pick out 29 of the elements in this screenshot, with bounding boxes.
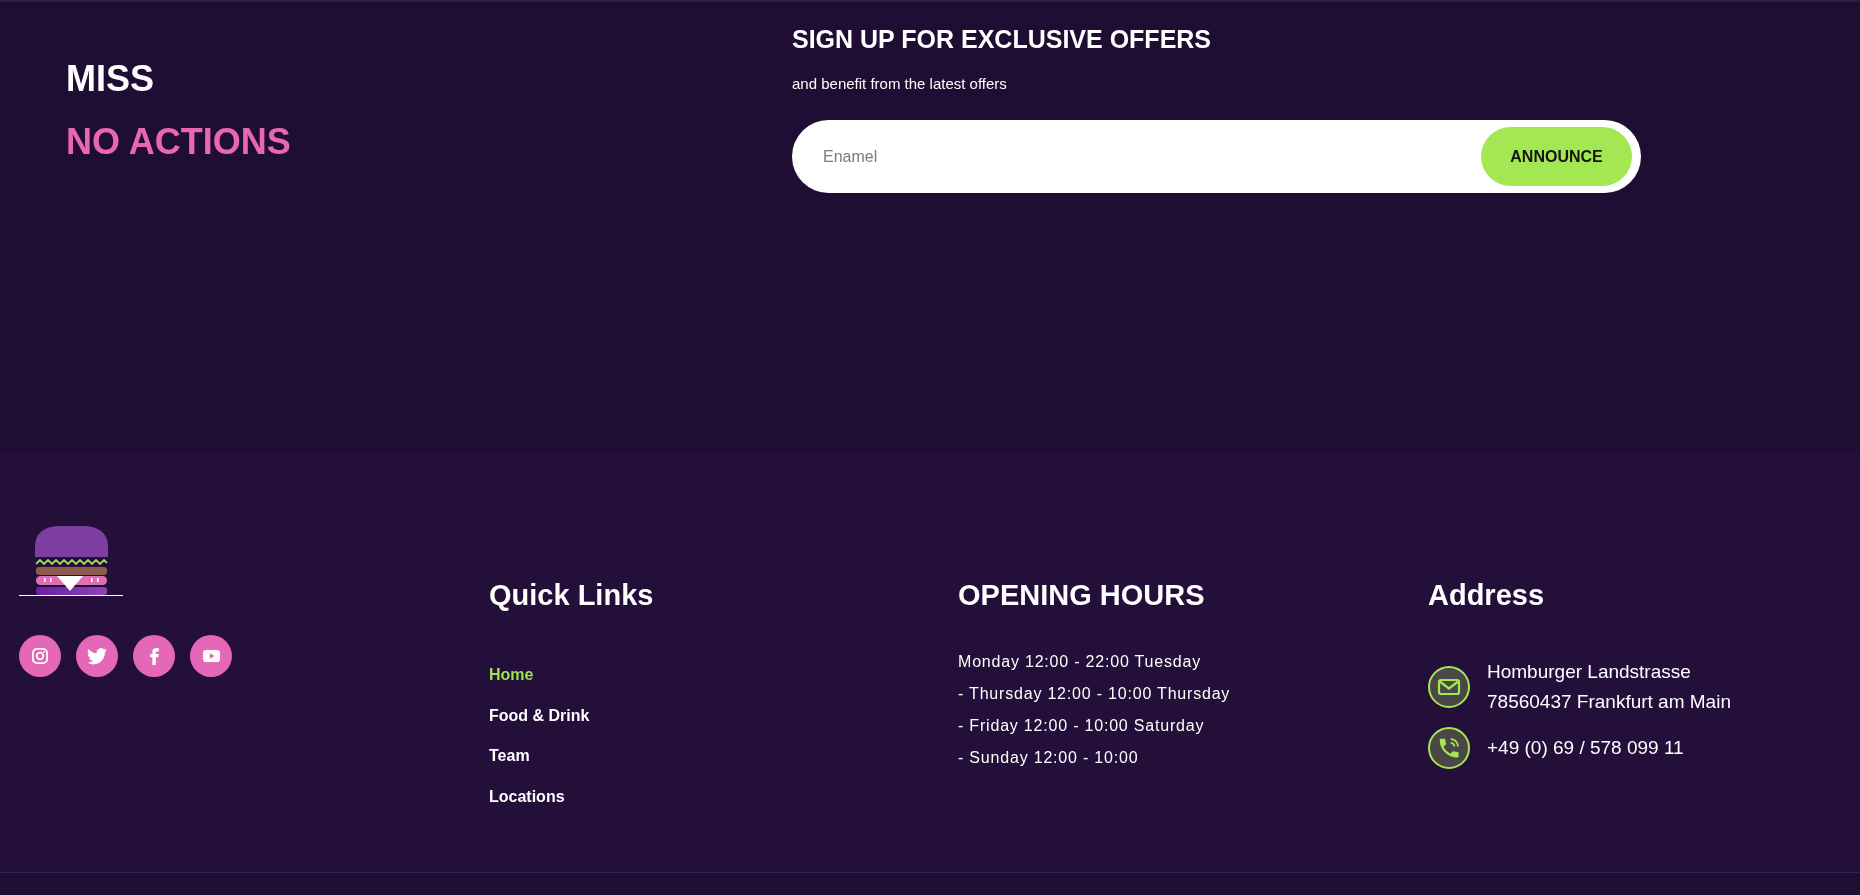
facebook-icon — [149, 647, 159, 665]
column-heading: OPENING HOURS — [958, 578, 1205, 613]
social-link[interactable] — [76, 635, 118, 677]
signup-subtitle: and benefit from the latest offers — [792, 74, 1007, 94]
address-text: Homburger Landstrasse 78560437 Frankfurt am Main — [1487, 660, 1731, 714]
envelope-icon — [1428, 666, 1470, 708]
column-heading: Address — [1428, 578, 1545, 613]
signup-title: SIGN UP FOR EXCLUSIVE OFFERS — [792, 24, 1212, 54]
announce-button[interactable]: ANNOUNCE — [1481, 127, 1632, 186]
quick-link[interactable]: Team — [489, 744, 530, 768]
hours-text: Monday 12:00 - 22:00 Tuesday — [958, 652, 1201, 672]
social-link[interactable] — [133, 635, 175, 677]
promo-headline: MISS — [66, 57, 154, 101]
instagram-icon — [31, 647, 49, 665]
hours-text: - Sunday 12:00 - 10:00 — [958, 748, 1139, 768]
burger-logo[interactable] — [19, 525, 123, 596]
social-link[interactable] — [190, 635, 232, 677]
promo-headline: NO ACTIONS — [66, 120, 291, 164]
quick-link[interactable]: Locations — [489, 784, 565, 809]
hours-text: - Friday 12:00 - 10:00 Saturday — [958, 716, 1205, 736]
phone-number: +49 (0) 69 / 578 099 11 — [1487, 736, 1684, 760]
column-heading: Quick Links — [489, 578, 654, 613]
youtube-icon — [202, 650, 220, 662]
quick-link[interactable]: Food & Drink — [489, 703, 590, 728]
hours-text: - Thursday 12:00 - 10:00 Thursday — [958, 684, 1231, 704]
phone-icon — [1428, 727, 1470, 769]
quick-link[interactable]: Home — [489, 663, 534, 687]
social-link[interactable] — [19, 635, 61, 677]
twitter-icon — [87, 647, 107, 665]
